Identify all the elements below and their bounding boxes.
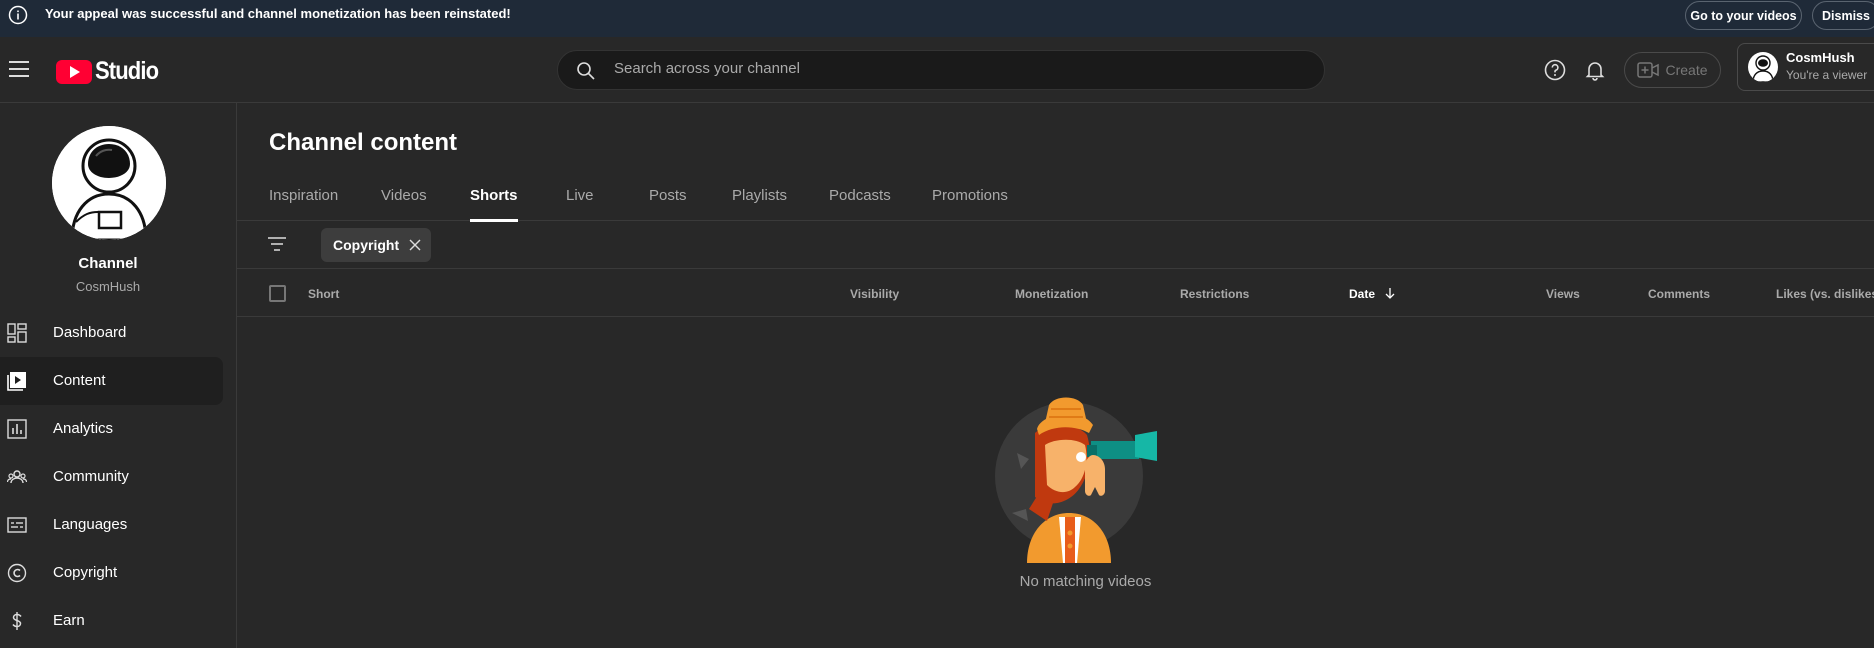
main-content: Channel content Inspiration Videos Short… xyxy=(237,103,1874,648)
empty-state-illustration xyxy=(995,397,1157,563)
studio-logo[interactable]: Studio xyxy=(56,57,167,86)
earn-icon xyxy=(12,612,22,630)
sidebar-item-label: Dashboard xyxy=(53,324,127,341)
create-label: Create xyxy=(1665,62,1708,78)
filter-chip-copyright[interactable]: Copyright xyxy=(321,228,432,262)
filter-bar: Copyright xyxy=(237,221,1874,269)
filter-chip-label: Copyright xyxy=(333,237,400,253)
sidebar-item-dashboard[interactable]: Dashboard xyxy=(0,309,223,357)
sidebar-item-community[interactable]: Community xyxy=(0,453,223,501)
tab-shorts[interactable]: Shorts xyxy=(470,187,518,222)
dismiss-button[interactable]: Dismiss xyxy=(1812,1,1874,30)
help-icon[interactable] xyxy=(1543,58,1567,82)
tab-promotions[interactable]: Promotions xyxy=(932,187,1008,221)
logo-text: Studio xyxy=(95,57,159,85)
tab-posts[interactable]: Posts xyxy=(649,187,687,221)
copyright-icon xyxy=(7,563,27,583)
notification-banner: Your appeal was successful and channel m… xyxy=(0,0,1874,37)
account-avatar xyxy=(1748,52,1778,82)
tab-playlists[interactable]: Playlists xyxy=(732,187,787,221)
column-visibility: Visibility xyxy=(850,287,900,301)
channel-handle: CosmHush xyxy=(75,279,141,294)
column-monetization: Monetization xyxy=(1015,287,1089,301)
column-date-label: Date xyxy=(1349,287,1376,301)
info-icon xyxy=(8,5,28,25)
top-bar: Studio Create CosmHush You're a viewer xyxy=(0,37,1874,103)
table-header: Short Visibility Monetization Restrictio… xyxy=(237,269,1874,317)
channel-title: Channel xyxy=(78,255,138,272)
sidebar-item-copyright[interactable]: Copyright xyxy=(0,549,223,597)
content-tabs: Inspiration Videos Shorts Live Posts Pla… xyxy=(237,173,1874,222)
account-name: CosmHush xyxy=(1786,50,1855,65)
sidebar-item-languages[interactable]: Languages xyxy=(0,501,223,549)
search-input[interactable] xyxy=(614,60,1214,77)
sidebar-item-label: Languages xyxy=(53,516,128,533)
search-icon xyxy=(577,62,595,80)
column-comments: Comments xyxy=(1648,287,1711,301)
empty-state-text: No matching videos xyxy=(1019,573,1152,590)
channel-avatar[interactable] xyxy=(52,126,166,240)
menu-icon[interactable] xyxy=(9,61,29,77)
banner-message: Your appeal was successful and channel m… xyxy=(45,6,511,21)
sidebar-item-label: Community xyxy=(53,468,129,485)
account-switcher[interactable]: CosmHush You're a viewer xyxy=(1737,43,1874,91)
go-to-videos-button[interactable]: Go to your videos xyxy=(1685,1,1802,30)
youtube-logo-icon xyxy=(56,59,92,84)
sidebar-item-analytics[interactable]: Analytics xyxy=(0,405,223,453)
sidebar: Channel CosmHush Dashboard Content Analy… xyxy=(0,103,237,648)
sort-down-icon xyxy=(1385,288,1395,299)
column-short: Short xyxy=(308,287,340,301)
column-views: Views xyxy=(1546,287,1580,301)
content-icon xyxy=(7,372,26,391)
sidebar-item-label: Analytics xyxy=(53,420,114,437)
community-icon xyxy=(7,470,27,484)
account-role: You're a viewer xyxy=(1786,68,1868,82)
sidebar-item-content[interactable]: Content xyxy=(0,357,223,405)
select-all-checkbox[interactable] xyxy=(269,285,286,302)
sidebar-item-label: Copyright xyxy=(53,564,118,581)
sidebar-item-label: Earn xyxy=(53,612,85,629)
analytics-icon xyxy=(7,419,27,439)
tab-podcasts[interactable]: Podcasts xyxy=(829,187,891,221)
column-date[interactable]: Date xyxy=(1349,287,1396,301)
sidebar-item-label: Content xyxy=(53,372,106,389)
dashboard-icon xyxy=(7,323,27,343)
create-video-icon xyxy=(1637,62,1660,78)
sidebar-item-earn[interactable]: Earn xyxy=(0,597,223,645)
page-title: Channel content xyxy=(269,129,458,156)
search-bar[interactable] xyxy=(557,50,1325,90)
create-button[interactable]: Create xyxy=(1624,52,1721,88)
tab-live[interactable]: Live xyxy=(566,187,594,221)
column-likes: Likes (vs. dislikes) xyxy=(1776,287,1874,301)
tab-videos[interactable]: Videos xyxy=(381,187,427,221)
tab-inspiration[interactable]: Inspiration xyxy=(269,187,338,221)
close-icon[interactable] xyxy=(409,239,421,251)
filter-icon[interactable] xyxy=(267,235,287,253)
notifications-bell-icon[interactable] xyxy=(1583,58,1607,82)
column-restrictions: Restrictions xyxy=(1180,287,1250,301)
languages-icon xyxy=(7,517,27,533)
